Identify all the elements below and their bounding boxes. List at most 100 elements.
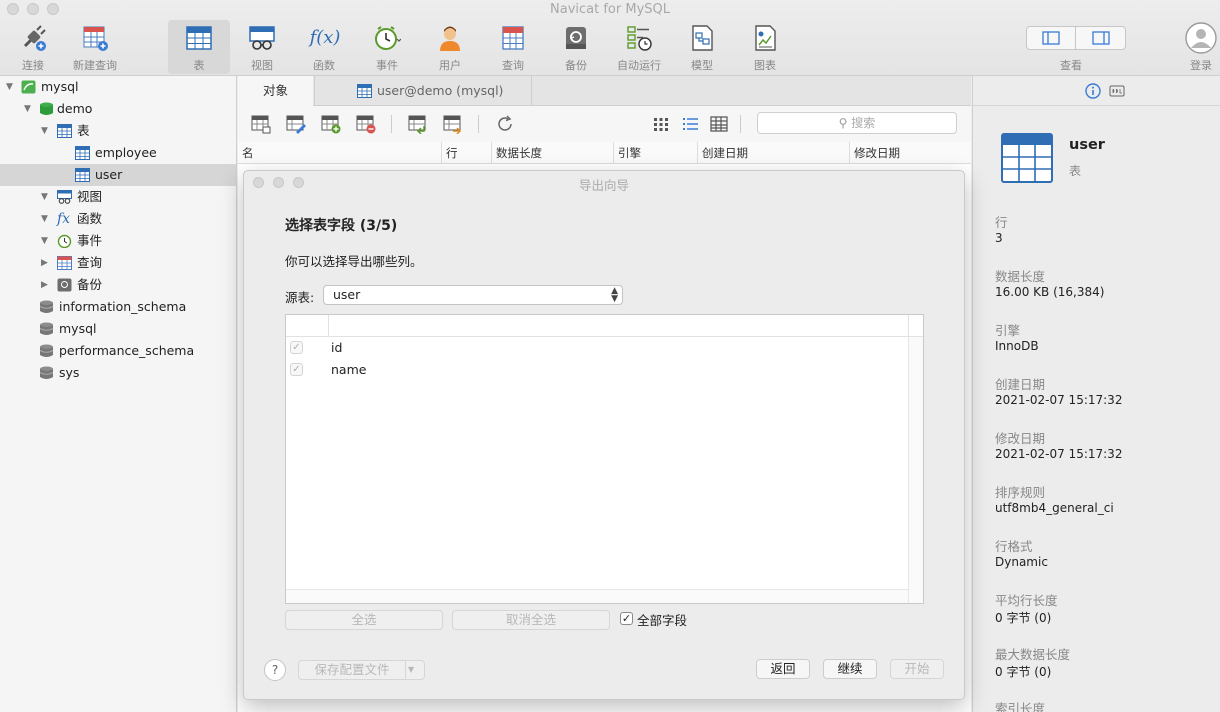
info-icon[interactable] bbox=[1085, 83, 1101, 99]
toolbar-views-button[interactable]: 视图 bbox=[231, 20, 293, 74]
tree-folder-views[interactable]: ▼ 视图 bbox=[0, 186, 236, 208]
field-row-id[interactable]: ✓ id bbox=[286, 337, 909, 359]
field-checkbox[interactable]: ✓ bbox=[290, 363, 303, 376]
export-wizard-icon[interactable] bbox=[443, 114, 463, 134]
database-icon bbox=[39, 300, 54, 313]
start-button[interactable]: 开始 bbox=[890, 659, 944, 679]
delete-table-icon[interactable] bbox=[356, 114, 376, 134]
queries-folder-icon bbox=[57, 256, 72, 270]
toolbar-events-button[interactable]: 事件 bbox=[356, 20, 418, 74]
tab-user-table[interactable]: user@demo (mysql) bbox=[314, 76, 532, 106]
toolbar-queries-button[interactable]: 查询 bbox=[482, 20, 544, 74]
field-list-scrollbar[interactable] bbox=[908, 337, 923, 603]
source-table-label: 源表: bbox=[285, 290, 315, 305]
detail-view-icon[interactable] bbox=[709, 114, 729, 134]
info-value-collation: utf8mb4_general_ci bbox=[995, 501, 1114, 515]
view-label: 查看 bbox=[1060, 59, 1082, 72]
source-table-select[interactable]: user ▲ ▼ bbox=[323, 285, 623, 305]
save-profile-button[interactable]: 保存配置文件 ▼ bbox=[298, 660, 425, 680]
tree-database-demo[interactable]: ▼ demo bbox=[0, 98, 236, 120]
expand-arrow-icon[interactable]: ▼ bbox=[41, 120, 48, 142]
info-value-data-length: 16.00 KB (16,384) bbox=[995, 285, 1105, 299]
toggle-right-pane-button[interactable] bbox=[1077, 27, 1125, 49]
select-chevron-icon: ▲ ▼ bbox=[611, 286, 618, 304]
tree-database-mysql[interactable]: mysql bbox=[0, 318, 236, 340]
column-header-data-length[interactable]: 数据长度 bbox=[492, 142, 614, 164]
toolbar-tables-button[interactable]: 表 bbox=[168, 20, 230, 74]
tree-label: 事件 bbox=[77, 233, 103, 248]
functions-folder-icon: fx bbox=[57, 211, 71, 227]
field-list-horizontal-scrollbar[interactable] bbox=[286, 589, 908, 603]
tree-database-performance-schema[interactable]: performance_schema bbox=[0, 340, 236, 362]
list-view-icon[interactable] bbox=[680, 114, 700, 134]
expand-arrow-icon[interactable]: ▼ bbox=[24, 98, 31, 120]
import-wizard-icon[interactable] bbox=[408, 114, 428, 134]
toolbar-charts-button[interactable]: 图表 bbox=[734, 20, 796, 74]
select-all-button[interactable]: 全选 bbox=[285, 610, 443, 630]
tree-database-information-schema[interactable]: information_schema bbox=[0, 296, 236, 318]
search-input[interactable]: ⚲ 搜索 bbox=[757, 112, 957, 134]
open-table-icon[interactable] bbox=[251, 114, 271, 134]
toolbar-connect-button[interactable]: 连接 bbox=[2, 20, 64, 74]
tree-table-employee[interactable]: employee bbox=[0, 142, 236, 164]
expand-arrow-icon[interactable]: ▶ bbox=[41, 252, 48, 274]
column-header-name[interactable]: 名 bbox=[238, 142, 442, 164]
back-button[interactable]: 返回 bbox=[756, 659, 810, 679]
info-label-create-date: 创建日期 bbox=[995, 377, 1046, 392]
info-panel-header bbox=[973, 76, 1220, 106]
toolbar-automation-button[interactable]: 自动运行 bbox=[608, 20, 670, 74]
tree-folder-events[interactable]: ▼ 事件 bbox=[0, 230, 236, 252]
toolbar-users-button[interactable]: 用户 bbox=[419, 20, 481, 74]
column-header-rows[interactable]: 行 bbox=[442, 142, 492, 164]
chevron-down-icon[interactable]: ▼ bbox=[408, 661, 414, 679]
object-list-header: 名 行 数据长度 引擎 创建日期 修改日期 bbox=[238, 142, 971, 164]
tree-table-user[interactable]: user bbox=[0, 164, 236, 186]
expand-arrow-icon[interactable]: ▼ bbox=[41, 230, 48, 252]
expand-arrow-icon[interactable]: ▼ bbox=[41, 208, 48, 230]
views-folder-icon bbox=[57, 190, 72, 204]
tab-objects[interactable]: 对象 bbox=[238, 76, 313, 106]
all-fields-checkbox[interactable]: ✓ bbox=[620, 612, 633, 625]
toolbar-model-button[interactable]: 模型 bbox=[671, 20, 733, 74]
events-folder-icon bbox=[57, 234, 72, 248]
database-icon bbox=[39, 366, 54, 379]
toolbar-backup-button[interactable]: 备份 bbox=[545, 20, 607, 74]
right-pane-icon bbox=[1092, 31, 1110, 45]
tree-folder-functions[interactable]: ▼ fx 函数 bbox=[0, 208, 236, 230]
tree-folder-tables[interactable]: ▼ 表 bbox=[0, 120, 236, 142]
left-pane-icon bbox=[1042, 31, 1060, 45]
deselect-all-button[interactable]: 取消全选 bbox=[452, 610, 610, 630]
schedule-icon bbox=[627, 26, 652, 51]
field-checkbox[interactable]: ✓ bbox=[290, 341, 303, 354]
info-panel: user 表 行 3 数据长度 16.00 KB (16,384) 引擎 Inn… bbox=[972, 76, 1220, 712]
tree-database-sys[interactable]: sys bbox=[0, 362, 236, 384]
grid-view-icon[interactable] bbox=[651, 114, 671, 134]
field-row-name[interactable]: ✓ name bbox=[286, 359, 909, 381]
expand-arrow-icon[interactable]: ▶ bbox=[41, 274, 48, 296]
query-icon bbox=[502, 26, 524, 50]
refresh-icon[interactable] bbox=[495, 114, 515, 134]
connection-tree: ▼ mysql ▼ demo ▼ 表 employee user ▼ 视图 ▼ … bbox=[0, 76, 237, 712]
info-value-create-date: 2021-02-07 15:17:32 bbox=[995, 393, 1123, 407]
info-object-name: user bbox=[1069, 137, 1105, 153]
toolbar-functions-button[interactable]: f(x) 函数 bbox=[293, 20, 355, 74]
column-header-modify-date[interactable]: 修改日期 bbox=[850, 142, 971, 164]
info-value-avg-row-length: 0 字节 (0) bbox=[995, 611, 1052, 625]
database-icon bbox=[40, 102, 53, 115]
new-table-icon[interactable] bbox=[321, 114, 341, 134]
design-table-icon[interactable] bbox=[286, 114, 306, 134]
ddl-icon[interactable] bbox=[1109, 83, 1125, 99]
help-button[interactable]: ? bbox=[264, 659, 286, 681]
toggle-left-pane-button[interactable] bbox=[1027, 27, 1076, 49]
login-button[interactable]: 登录 bbox=[1180, 20, 1220, 74]
expand-arrow-icon[interactable]: ▼ bbox=[6, 76, 13, 98]
column-header-engine[interactable]: 引擎 bbox=[614, 142, 698, 164]
tree-folder-backups[interactable]: ▶ 备份 bbox=[0, 274, 236, 296]
tree-folder-queries[interactable]: ▶ 查询 bbox=[0, 252, 236, 274]
expand-arrow-icon[interactable]: ▼ bbox=[41, 186, 48, 208]
tree-connection-mysql[interactable]: ▼ mysql bbox=[0, 76, 236, 98]
continue-button[interactable]: 继续 bbox=[823, 659, 877, 679]
toolbar-new-query-button[interactable]: 新建查询 bbox=[64, 20, 126, 74]
model-icon bbox=[692, 25, 713, 51]
column-header-create-date[interactable]: 创建日期 bbox=[698, 142, 850, 164]
